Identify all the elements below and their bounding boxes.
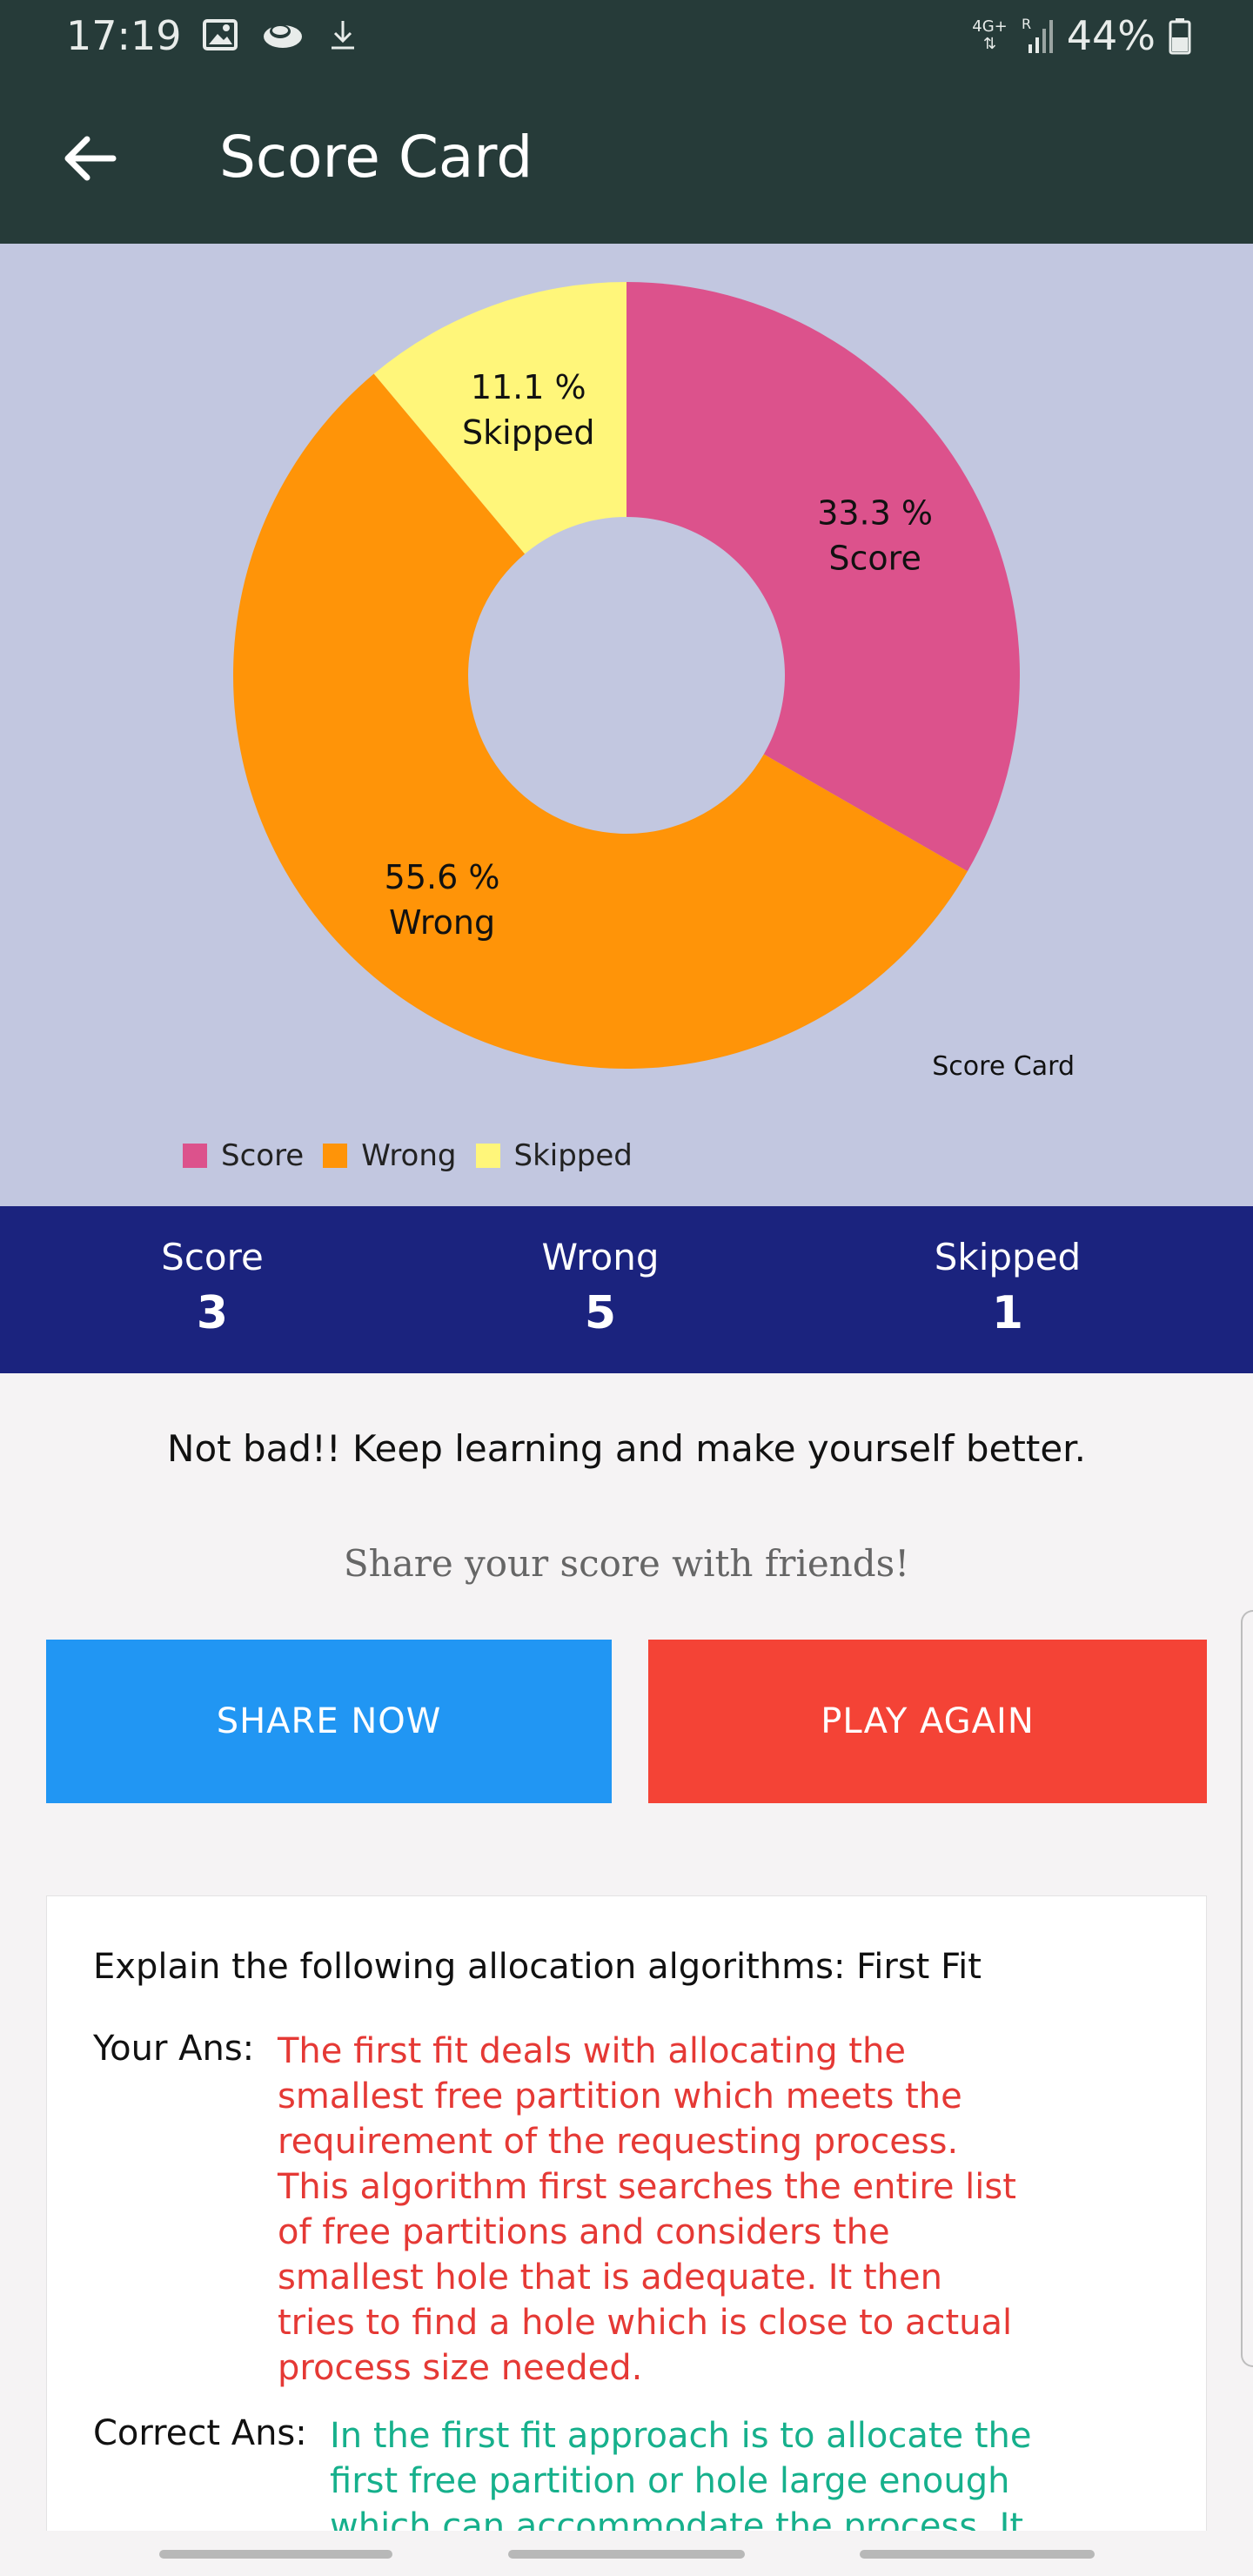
chart-legend: Score Wrong Skipped bbox=[183, 1138, 633, 1173]
stat-value: 3 bbox=[196, 1287, 229, 1339]
stat-skipped: Skipped 1 bbox=[868, 1236, 1147, 1339]
legend-swatch-skipped bbox=[475, 1144, 500, 1168]
pie-slice-score bbox=[626, 282, 1021, 872]
arrow-left-icon bbox=[64, 136, 117, 181]
legend-label: Skipped bbox=[513, 1138, 633, 1173]
legend-swatch-wrong bbox=[323, 1144, 348, 1168]
status-notification-icons bbox=[202, 17, 358, 52]
app-bar: Score Card bbox=[0, 77, 1253, 244]
status-system-icons: 4G+ ⇅ R 44% bbox=[972, 12, 1192, 59]
page-title: Score Card bbox=[219, 124, 533, 191]
stat-label: Wrong bbox=[541, 1236, 660, 1278]
stat-label: Skipped bbox=[934, 1236, 1082, 1278]
legend-label: Score bbox=[221, 1138, 305, 1173]
stats-bar: Score 3 Wrong 5 Skipped 1 bbox=[0, 1206, 1253, 1373]
navigation-bar bbox=[0, 2531, 1253, 2576]
your-answer-text: The first fit deals with allocating the … bbox=[278, 2031, 1016, 2388]
score-pie-chart: 33.3 % Score 55.6 % Wrong 11.1 % Skipped Scor… bbox=[0, 244, 1253, 1206]
legend-item-skipped: Skipped bbox=[475, 1138, 633, 1173]
nav-home-handle[interactable] bbox=[508, 2550, 745, 2559]
stat-label: Score bbox=[161, 1236, 264, 1278]
cloud-icon bbox=[264, 24, 302, 48]
correct-answer-text: In the first fit approach is to allocate… bbox=[330, 2416, 1032, 2546]
svg-text:R: R bbox=[1022, 17, 1031, 32]
play-again-button[interactable]: PLAY AGAIN bbox=[648, 1640, 1207, 1803]
network-type: 4G+ ⇅ bbox=[972, 17, 1008, 53]
legend-item-score: Score bbox=[183, 1138, 304, 1173]
stat-score: Score 3 bbox=[73, 1236, 352, 1339]
chart-description: Score Card bbox=[932, 1051, 1075, 1082]
share-now-button[interactable]: SHARE NOW bbox=[46, 1640, 612, 1803]
battery-icon bbox=[1169, 18, 1191, 55]
nav-recents-handle[interactable] bbox=[159, 2550, 392, 2559]
correct-ans-label: Correct Ans: bbox=[93, 2413, 307, 2453]
stat-value: 1 bbox=[991, 1287, 1024, 1339]
question-text: Explain the following allocation algorit… bbox=[93, 1947, 982, 1987]
download-icon bbox=[332, 21, 354, 50]
battery-percent: 44% bbox=[1066, 12, 1156, 59]
signal-icon: R bbox=[1022, 17, 1053, 53]
legend-label: Wrong bbox=[361, 1138, 457, 1173]
result-message: Not bad!! Keep learning and make yoursel… bbox=[167, 1427, 1086, 1470]
your-ans-label: Your Ans: bbox=[93, 2029, 255, 2069]
stat-wrong: Wrong 5 bbox=[461, 1236, 740, 1339]
stat-value: 5 bbox=[584, 1287, 617, 1339]
legend-swatch-score bbox=[183, 1144, 207, 1168]
nav-back-handle[interactable] bbox=[860, 2550, 1095, 2559]
legend-item-wrong: Wrong bbox=[323, 1138, 457, 1173]
image-icon bbox=[203, 19, 238, 50]
share-prompt: Share your score with friends! bbox=[343, 1542, 910, 1585]
back-button[interactable] bbox=[52, 122, 125, 195]
scroll-edge-handle[interactable] bbox=[1241, 1610, 1253, 2367]
status-time: 17:19 bbox=[66, 12, 182, 59]
answer-card: Explain the following allocation algorit… bbox=[46, 1895, 1207, 2576]
status-bar: 17:19 4G+ ⇅ R 44% bbox=[0, 0, 1253, 77]
